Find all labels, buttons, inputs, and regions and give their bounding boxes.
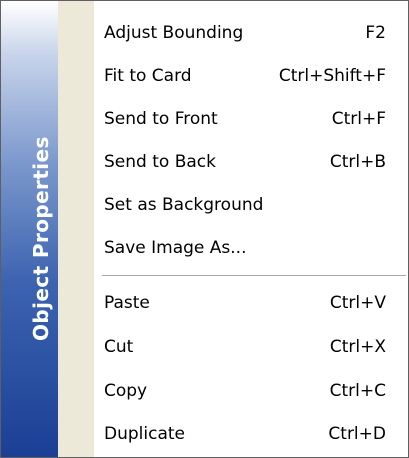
menu-item-shortcut: F2 xyxy=(365,23,386,43)
menu-item-adjust-bounding[interactable]: Adjust Bounding F2 xyxy=(94,13,408,53)
menu-item-copy[interactable]: Copy Ctrl+C xyxy=(94,371,408,411)
menu-item-shortcut: Ctrl+D xyxy=(328,424,386,444)
menu-item-fit-to-card[interactable]: Fit to Card Ctrl+Shift+F xyxy=(94,56,408,96)
menu-item-shortcut: Ctrl+V xyxy=(329,293,386,313)
menu-item-label: Duplicate xyxy=(104,424,185,444)
menu-item-save-image-as[interactable]: Save Image As... xyxy=(94,228,408,268)
menu-item-label: Send to Front xyxy=(104,109,218,129)
menu-item-send-to-back[interactable]: Send to Back Ctrl+B xyxy=(94,142,408,182)
menu-item-label: Set as Background xyxy=(104,195,264,215)
menu-items: Adjust Bounding F2 Fit to Card Ctrl+Shif… xyxy=(94,1,408,457)
context-menu: Object Properties Adjust Bounding F2 Fit… xyxy=(0,0,409,458)
menu-item-label: Adjust Bounding xyxy=(104,23,244,43)
menu-item-shortcut: Ctrl+Shift+F xyxy=(278,66,386,86)
banner-title: Object Properties xyxy=(29,136,53,341)
menu-item-duplicate[interactable]: Duplicate Ctrl+D xyxy=(94,414,408,454)
menu-item-cut[interactable]: Cut Ctrl+X xyxy=(94,327,408,367)
menu-item-shortcut: Ctrl+B xyxy=(329,152,386,172)
menu-item-label: Save Image As... xyxy=(104,238,247,258)
menu-item-label: Paste xyxy=(104,293,150,313)
menu-item-shortcut: Ctrl+C xyxy=(329,381,386,401)
menu-side-banner: Object Properties xyxy=(1,1,58,457)
menu-separator xyxy=(102,275,406,277)
menu-item-shortcut: Ctrl+F xyxy=(331,109,386,129)
menu-item-send-to-front[interactable]: Send to Front Ctrl+F xyxy=(94,99,408,139)
menu-item-label: Copy xyxy=(104,381,148,401)
menu-item-shortcut: Ctrl+X xyxy=(329,337,386,357)
icon-gutter xyxy=(58,1,94,457)
menu-item-label: Fit to Card xyxy=(104,66,192,86)
menu-item-paste[interactable]: Paste Ctrl+V xyxy=(94,283,408,323)
menu-item-set-as-background[interactable]: Set as Background xyxy=(94,185,408,225)
menu-item-label: Cut xyxy=(104,337,134,357)
menu-item-label: Send to Back xyxy=(104,152,216,172)
